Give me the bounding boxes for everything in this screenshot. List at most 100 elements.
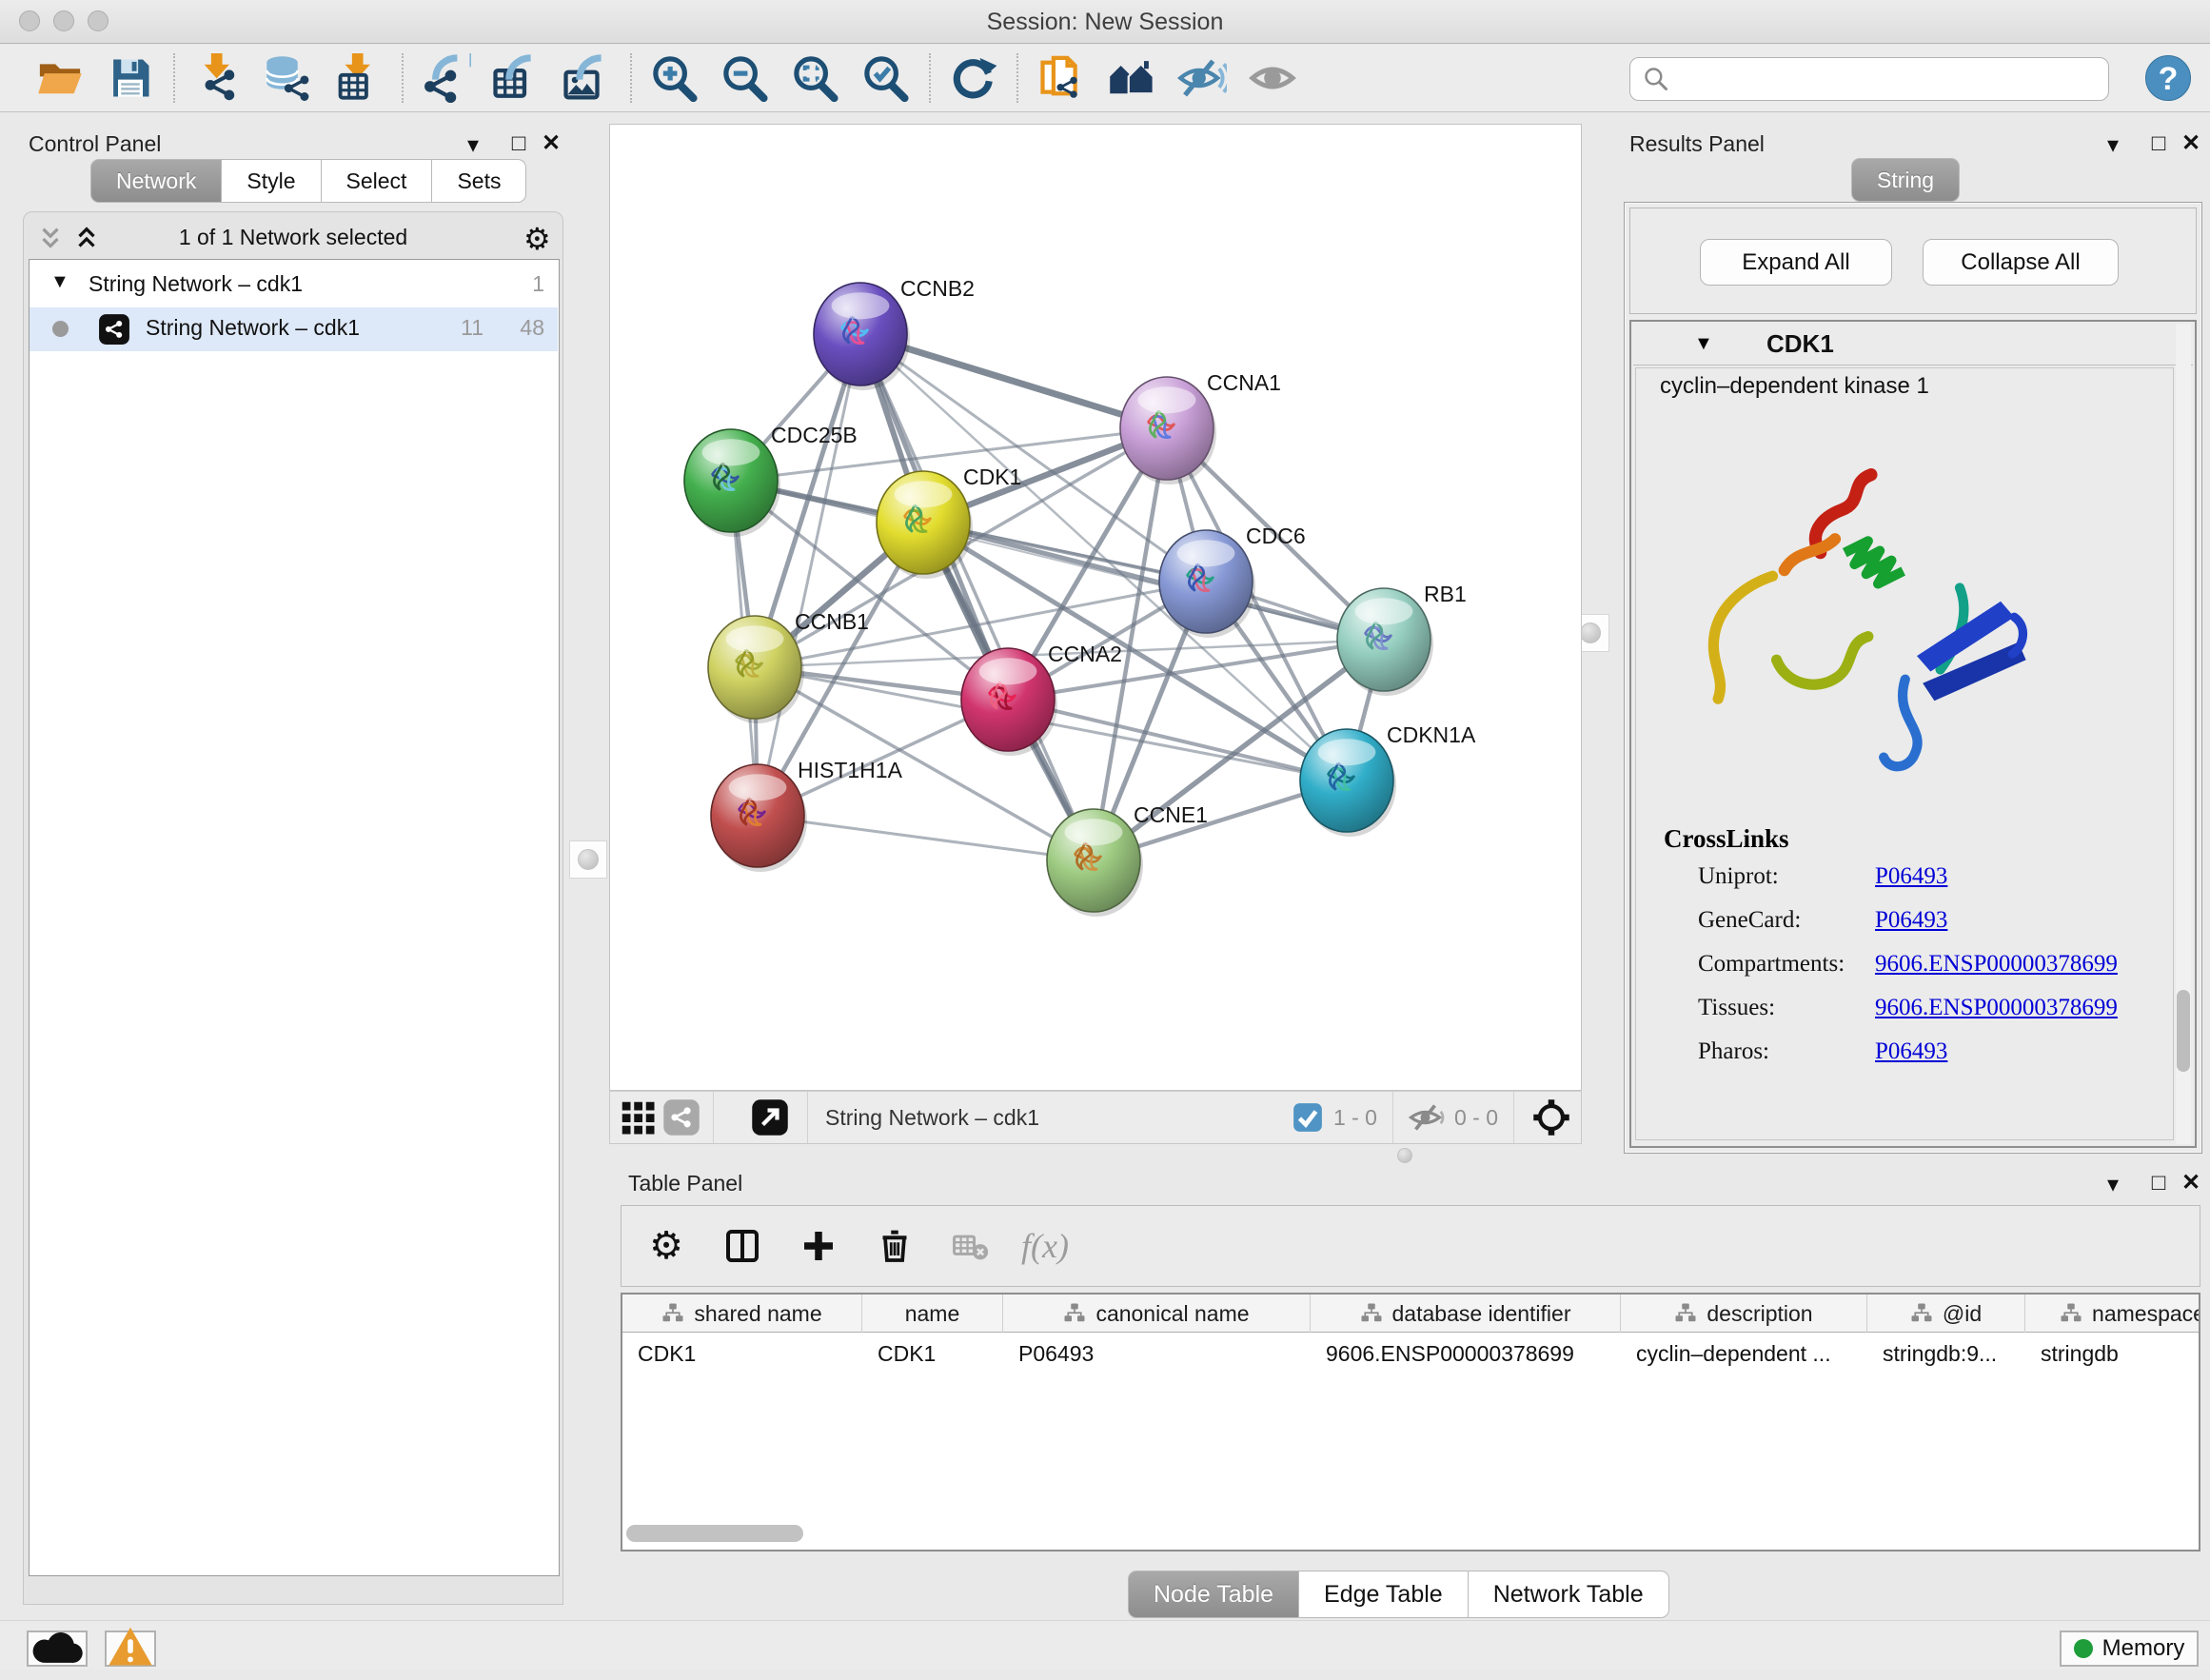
cloud-status-button[interactable] xyxy=(27,1631,88,1667)
crosslink-link[interactable]: P06493 xyxy=(1875,907,1947,934)
delete-table-icon xyxy=(949,1224,993,1268)
tab-string[interactable]: String xyxy=(1851,158,1960,202)
crosslink-link[interactable]: P06493 xyxy=(1875,1038,1947,1065)
help-button[interactable]: ? xyxy=(2145,55,2191,101)
selected-checkbox-icon[interactable] xyxy=(1292,1096,1324,1139)
table-cell[interactable]: P06493 xyxy=(1003,1334,1311,1373)
toolbar-hide-selected-icon[interactable] xyxy=(1167,48,1237,109)
results-scrollbar-thumb[interactable] xyxy=(2177,990,2190,1072)
column-type-icon xyxy=(2060,1302,2082,1325)
toolbar-export-table-icon[interactable] xyxy=(482,48,552,109)
column-header-label: @id xyxy=(1943,1301,1982,1327)
search-input[interactable] xyxy=(1629,57,2109,101)
crosshair-icon[interactable] xyxy=(1529,1096,1573,1139)
network-graph: CCNB2 CCNA1 CDC25B CDK1 CDC6 RB1 CCNB1 xyxy=(610,125,1581,1090)
results-panel-title: Results Panel xyxy=(1629,131,1765,157)
toolbar-show-all-icon[interactable] xyxy=(1237,48,1308,109)
show-columns-icon[interactable] xyxy=(720,1224,764,1268)
memory-button[interactable]: Memory xyxy=(2060,1631,2199,1667)
column-header-namespace[interactable]: namespace xyxy=(2025,1295,2200,1333)
crosslink-row: Compartments: 9606.ENSP00000378699 xyxy=(1664,941,2159,985)
network-canvas[interactable]: CCNB2 CCNA1 CDC25B CDK1 CDC6 RB1 CCNB1 xyxy=(609,124,1582,1091)
network-collection-row[interactable]: ▼ String Network – cdk1 1 xyxy=(30,264,558,307)
control-panel-title: Control Panel xyxy=(29,131,161,157)
table-cell[interactable]: CDK1 xyxy=(862,1334,1003,1373)
network-list-collapse-all-icon[interactable] xyxy=(36,225,65,253)
toolbar-export-image-icon[interactable] xyxy=(552,48,622,109)
network-list-expand-all-icon[interactable] xyxy=(72,225,101,253)
string-badge-gray-icon[interactable] xyxy=(661,1096,701,1139)
column-header-shared-name[interactable]: shared name xyxy=(622,1295,862,1333)
crosslink-row: Uniprot: P06493 xyxy=(1664,854,2159,898)
bottom-splitter-handle[interactable] xyxy=(1397,1148,1412,1163)
crosslink-link[interactable]: 9606.ENSP00000378699 xyxy=(1875,995,2118,1021)
table-cell[interactable]: stringdb:9... xyxy=(1867,1334,2025,1373)
add-column-icon[interactable] xyxy=(797,1224,840,1268)
toolbar-zoom-in-icon[interactable] xyxy=(640,48,710,109)
detach-view-icon[interactable] xyxy=(750,1096,790,1139)
memory-status-dot-icon xyxy=(2074,1639,2093,1658)
toolbar-zoom-fit-icon[interactable] xyxy=(780,48,851,109)
toolbar-import-table-icon[interactable] xyxy=(324,48,394,109)
table-panel-close-icon[interactable]: ✕ xyxy=(2176,1169,2206,1197)
crosslink-link[interactable]: 9606.ENSP00000378699 xyxy=(1875,951,2118,978)
table-cell[interactable]: stringdb xyxy=(2025,1334,2200,1373)
network-options-gear-icon[interactable]: ⚙ xyxy=(523,221,551,257)
column-header-canonical-name[interactable]: canonical name xyxy=(1003,1295,1311,1333)
tab-network-table[interactable]: Network Table xyxy=(1468,1571,1669,1618)
table-cell[interactable]: 9606.ENSP00000378699 xyxy=(1311,1334,1621,1373)
toolbar-save-session-icon[interactable] xyxy=(95,48,166,109)
toolbar-import-network-database-icon[interactable] xyxy=(253,48,324,109)
table-cell[interactable]: cyclin–dependent ... xyxy=(1621,1334,1867,1373)
toolbar-duplicate-network-icon[interactable] xyxy=(1026,48,1096,109)
toolbar-export-network-icon[interactable] xyxy=(411,48,482,109)
toolbar-separator xyxy=(402,53,404,103)
birdseye-view-icon[interactable] xyxy=(618,1096,658,1139)
tab-select[interactable]: Select xyxy=(321,159,433,203)
control-panel-close-icon[interactable]: ✕ xyxy=(536,129,566,158)
toolbar-open-session-icon[interactable] xyxy=(25,48,95,109)
toolbar-import-network-icon[interactable] xyxy=(183,48,253,109)
table-cell[interactable]: CDK1 xyxy=(622,1334,862,1373)
table-panel-float-icon[interactable]: □ xyxy=(2143,1169,2174,1197)
table-hscrollbar-thumb[interactable] xyxy=(626,1525,803,1542)
column-header-database-identifier[interactable]: database identifier xyxy=(1311,1295,1621,1333)
entry-description: cyclin–dependent kinase 1 xyxy=(1660,373,1929,400)
left-splitter-handle[interactable] xyxy=(569,840,607,879)
window-titlebar: Session: New Session xyxy=(0,0,2210,44)
column-header--id[interactable]: @id xyxy=(1867,1295,2025,1333)
entry-name: CDK1 xyxy=(1766,329,1834,359)
network-node-count: 11 xyxy=(461,315,483,341)
network-row-selected[interactable]: String Network – cdk1 11 48 xyxy=(30,307,558,351)
delete-column-icon[interactable] xyxy=(873,1224,917,1268)
table-panel-menu-icon[interactable]: ▾ xyxy=(2098,1171,2128,1199)
toolbar-first-neighbors-icon[interactable] xyxy=(1096,48,1167,109)
results-panel-menu-icon[interactable]: ▾ xyxy=(2098,131,2128,160)
results-panel-float-icon[interactable]: □ xyxy=(2143,129,2174,158)
expand-all-button[interactable]: Expand All xyxy=(1700,239,1892,286)
control-panel-float-icon[interactable]: □ xyxy=(503,129,534,158)
column-type-icon xyxy=(1360,1302,1383,1325)
memory-label: Memory xyxy=(2102,1635,2185,1662)
results-panel-close-icon[interactable]: ✕ xyxy=(2176,129,2206,158)
tab-sets[interactable]: Sets xyxy=(431,159,526,203)
control-panel-menu-icon[interactable]: ▾ xyxy=(458,131,488,160)
table-gear-icon[interactable]: ⚙ xyxy=(644,1224,688,1268)
toolbar-separator xyxy=(1016,53,1018,103)
warning-icon xyxy=(107,1623,154,1675)
toolbar-zoom-out-icon[interactable] xyxy=(710,48,780,109)
column-header-name[interactable]: name xyxy=(862,1295,1003,1333)
collection-collapse-icon[interactable]: ▼ xyxy=(50,271,69,293)
tab-edge-table[interactable]: Edge Table xyxy=(1298,1571,1469,1618)
warning-status-button[interactable] xyxy=(105,1631,156,1667)
toolbar-refresh-view-icon[interactable] xyxy=(938,48,1009,109)
tab-network[interactable]: Network xyxy=(90,159,222,203)
tab-node-table[interactable]: Node Table xyxy=(1128,1571,1299,1618)
crosslink-row: Tissues: 9606.ENSP00000378699 xyxy=(1664,985,2159,1029)
column-header-description[interactable]: description xyxy=(1621,1295,1867,1333)
toolbar-zoom-selected-icon[interactable] xyxy=(851,48,921,109)
collapse-all-button[interactable]: Collapse All xyxy=(1923,239,2119,286)
tab-style[interactable]: Style xyxy=(221,159,321,203)
entry-collapse-icon[interactable]: ▼ xyxy=(1694,333,1713,355)
crosslink-link[interactable]: P06493 xyxy=(1875,863,1947,890)
